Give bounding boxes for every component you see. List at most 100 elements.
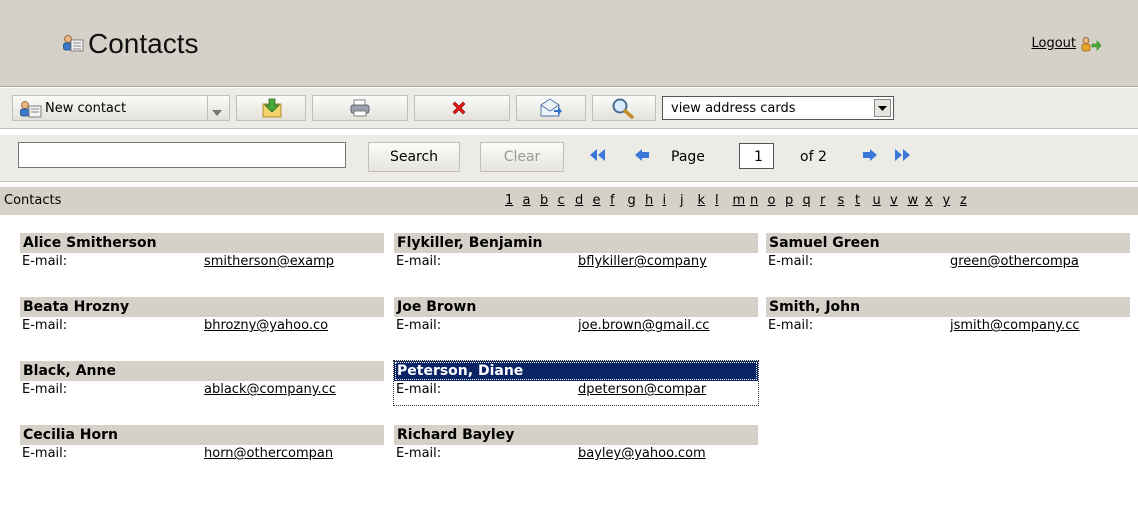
- contact-card[interactable]: Joe Brown E-mail: joe.brown@gmail.cc: [394, 297, 758, 341]
- contact-card[interactable]: Samuel Green E-mail: green@othercompa: [766, 233, 1130, 277]
- contact-name[interactable]: Richard Bayley: [394, 425, 758, 445]
- contact-email-link[interactable]: dpeterson@compar: [578, 382, 758, 397]
- contact-name[interactable]: Peterson, Diane: [394, 361, 758, 381]
- search-input[interactable]: [18, 142, 346, 168]
- alphabet-letter-p[interactable]: p: [785, 193, 803, 208]
- next-page-icon[interactable]: [862, 148, 878, 166]
- contact-name[interactable]: Alice Smitherson: [20, 233, 384, 253]
- alphabet-letter-g[interactable]: g: [628, 193, 646, 208]
- chevron-down-icon[interactable]: [874, 99, 891, 117]
- alphabet-letter-o[interactable]: o: [768, 193, 786, 208]
- print-button[interactable]: [312, 95, 408, 121]
- alphabet-letter-b[interactable]: b: [540, 193, 558, 208]
- alphabet-letter-t[interactable]: t: [855, 193, 873, 208]
- contact-card[interactable]: Smith, John E-mail: jsmith@company.cc: [766, 297, 1130, 341]
- alphabet-letter-q[interactable]: q: [803, 193, 821, 208]
- contact-name[interactable]: Beata Hrozny: [20, 297, 384, 317]
- first-page-icon[interactable]: [588, 148, 608, 166]
- contact-card[interactable]: Black, Anne E-mail: ablack@company.cc: [20, 361, 384, 405]
- contact-card[interactable]: Alice Smitherson E-mail: smitherson@examp: [20, 233, 384, 277]
- contact-name[interactable]: Smith, John: [766, 297, 1130, 317]
- alphabet-letter-m[interactable]: m: [733, 193, 751, 208]
- alphabet-filter: 1abcdefghijklmnopqrstuvwxyz: [505, 193, 978, 208]
- email-label: E-mail:: [396, 254, 442, 269]
- alphabet-letter-a[interactable]: a: [523, 193, 541, 208]
- delete-button[interactable]: [414, 95, 510, 121]
- alphabet-letter-k[interactable]: k: [698, 193, 716, 208]
- contacts-list-title: Contacts: [4, 193, 62, 208]
- contact-email-link[interactable]: bhrozny@yahoo.co: [204, 318, 384, 333]
- page-count: of 2: [800, 149, 827, 165]
- contact-email-link[interactable]: horn@othercompan: [204, 446, 384, 461]
- alphabet-letter-r[interactable]: r: [820, 193, 838, 208]
- alphabet-letter-x[interactable]: x: [925, 193, 943, 208]
- dropdown-arrow-icon[interactable]: [212, 105, 222, 120]
- alphabet-letter-j[interactable]: j: [680, 193, 698, 208]
- search-button[interactable]: Search: [368, 142, 460, 172]
- email-label: E-mail:: [22, 446, 68, 461]
- email-label: E-mail:: [22, 318, 68, 333]
- contact-name[interactable]: Samuel Green: [766, 233, 1130, 253]
- new-contact-button[interactable]: New contact: [12, 95, 230, 121]
- alphabet-letter-s[interactable]: s: [838, 193, 856, 208]
- contact-name[interactable]: Black, Anne: [20, 361, 384, 381]
- page-title: Contacts: [88, 28, 199, 59]
- email-label: E-mail:: [22, 382, 68, 397]
- email-label: E-mail:: [768, 254, 814, 269]
- contact-email-link[interactable]: green@othercompa: [950, 254, 1130, 269]
- contact-email-link[interactable]: joe.brown@gmail.cc: [578, 318, 758, 333]
- email-label: E-mail:: [396, 446, 442, 461]
- send-mail-button[interactable]: [516, 95, 586, 121]
- alphabet-letter-u[interactable]: u: [873, 193, 891, 208]
- email-label: E-mail:: [22, 254, 68, 269]
- contact-card[interactable]: Cecilia Horn E-mail: horn@othercompan: [20, 425, 384, 469]
- contact-card[interactable]: Peterson, Diane E-mail: dpeterson@compar: [393, 360, 759, 406]
- clear-button[interactable]: Clear: [480, 142, 564, 172]
- page-number-input[interactable]: [739, 143, 774, 169]
- print-icon: [349, 99, 371, 121]
- alphabet-letter-z[interactable]: z: [960, 193, 978, 208]
- contact-name[interactable]: Joe Brown: [394, 297, 758, 317]
- alphabet-letter-w[interactable]: w: [908, 193, 926, 208]
- view-select[interactable]: view address cards: [662, 96, 894, 120]
- contact-email-link[interactable]: bflykiller@company: [578, 254, 758, 269]
- prev-page-icon[interactable]: [634, 148, 650, 166]
- last-page-icon[interactable]: [892, 148, 912, 166]
- contact-email-link[interactable]: smitherson@examp: [204, 254, 384, 269]
- alphabet-letter-f[interactable]: f: [610, 193, 628, 208]
- contact-card[interactable]: Richard Bayley E-mail: bayley@yahoo.com: [394, 425, 758, 469]
- send-mail-icon: [539, 98, 563, 122]
- email-label: E-mail:: [396, 318, 442, 333]
- contact-email-link[interactable]: ablack@company.cc: [204, 382, 384, 397]
- delete-icon: [451, 100, 467, 120]
- logout-icon[interactable]: [1080, 36, 1102, 56]
- page-label: Page: [671, 149, 705, 165]
- contact-card[interactable]: Flykiller, Benjamin E-mail: bflykiller@com…: [394, 233, 758, 277]
- contact-card[interactable]: Beata Hrozny E-mail: bhrozny@yahoo.co: [20, 297, 384, 341]
- logout-link[interactable]: Logout: [1031, 36, 1076, 51]
- contact-name[interactable]: Cecilia Horn: [20, 425, 384, 445]
- contact-email-link[interactable]: jsmith@company.cc: [950, 318, 1130, 333]
- contact-email-link[interactable]: bayley@yahoo.com: [578, 446, 758, 461]
- alphabet-letter-y[interactable]: y: [943, 193, 961, 208]
- view-select-value: view address cards: [671, 101, 796, 116]
- import-button[interactable]: [236, 95, 306, 121]
- new-contact-label: New contact: [45, 101, 127, 116]
- alphabet-letter-l[interactable]: l: [715, 193, 733, 208]
- alphabet-letter-n[interactable]: n: [750, 193, 768, 208]
- alphabet-letter-c[interactable]: c: [558, 193, 576, 208]
- search-contacts-button[interactable]: [592, 95, 656, 121]
- import-icon: [261, 98, 283, 122]
- alphabet-letter-v[interactable]: v: [890, 193, 908, 208]
- alphabet-letter-e[interactable]: e: [593, 193, 611, 208]
- app-header: Contacts Logout: [0, 0, 1138, 87]
- search-icon: [611, 97, 635, 123]
- email-label: E-mail:: [768, 318, 814, 333]
- contacts-icon: [62, 34, 84, 56]
- alphabet-letter-h[interactable]: h: [645, 193, 663, 208]
- alphabet-letter-d[interactable]: d: [575, 193, 593, 208]
- alphabet-letter-i[interactable]: i: [663, 193, 681, 208]
- contact-name[interactable]: Flykiller, Benjamin: [394, 233, 758, 253]
- alphabet-letter-1[interactable]: 1: [505, 193, 523, 208]
- new-contact-icon: [19, 100, 43, 122]
